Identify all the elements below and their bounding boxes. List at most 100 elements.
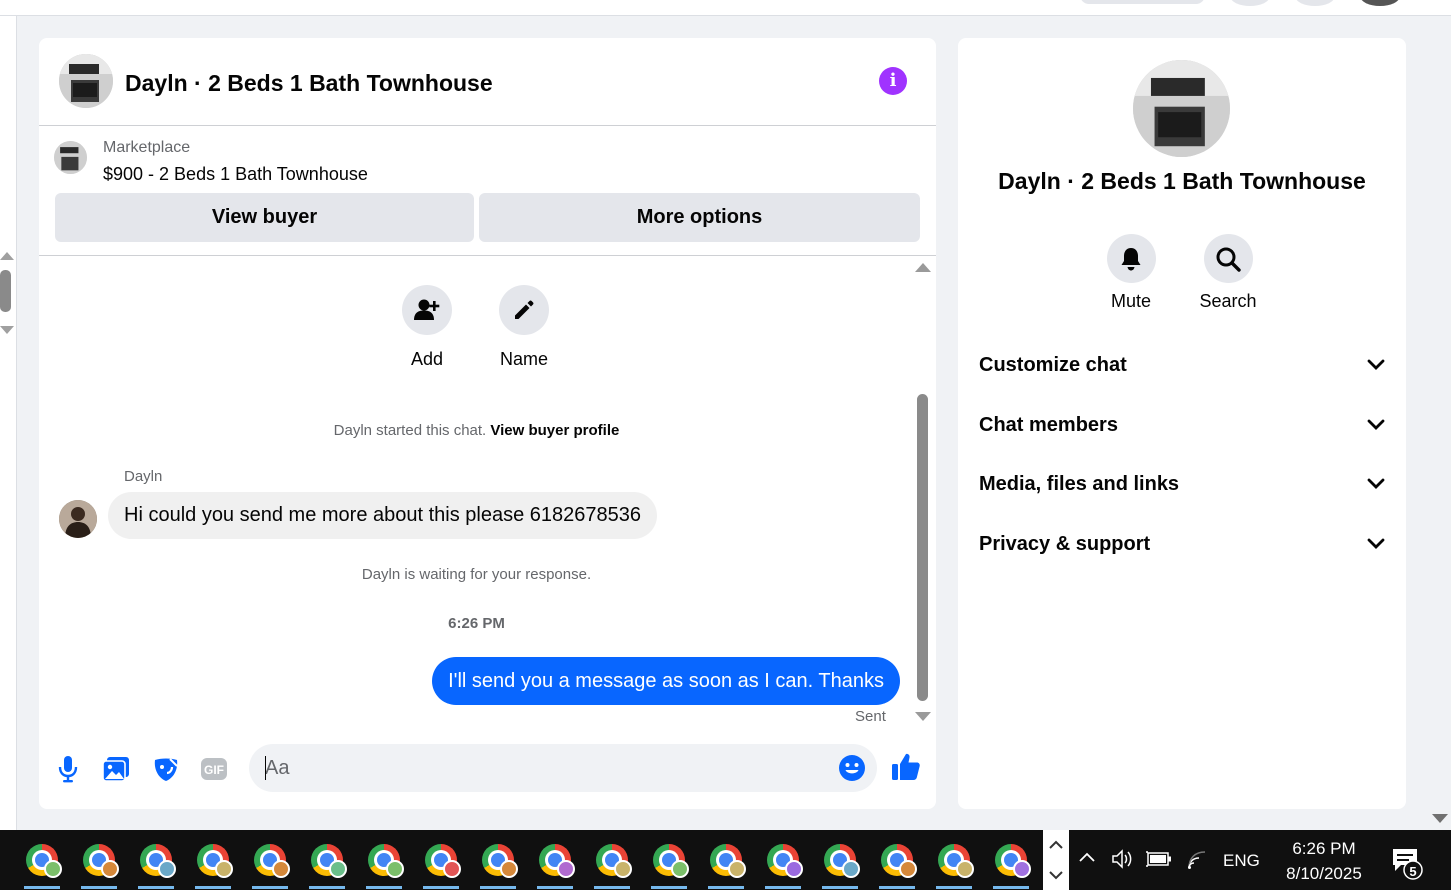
chevron-down-icon[interactable] — [1367, 473, 1385, 496]
details-title: Dayln · 2 Beds 1 Bath Townhouse — [998, 168, 1366, 194]
taskbar-chrome-app-icon[interactable] — [877, 840, 917, 889]
microphone-icon[interactable] — [53, 754, 83, 784]
view-buyer-profile-link[interactable]: View buyer profile — [490, 422, 619, 439]
section-media-files-links[interactable]: Media, files and links — [979, 466, 1385, 502]
listing-title[interactable]: $900 - 2 Beds 1 Bath Townhouse — [103, 164, 368, 185]
listing-thumbnail[interactable] — [54, 141, 87, 174]
running-indicator — [252, 886, 288, 889]
chat-title[interactable]: Dayln · 2 Beds 1 Bath Townhouse — [125, 70, 493, 97]
running-indicator — [366, 886, 402, 889]
taskbar-chrome-app-icon[interactable] — [22, 840, 62, 889]
more-options-button[interactable]: More options — [479, 193, 920, 242]
chevron-down-icon[interactable] — [1367, 533, 1385, 556]
profile-badge-icon — [44, 860, 62, 878]
taskbar-chrome-app-icon[interactable] — [763, 840, 803, 889]
taskbar-chrome-app-icon[interactable] — [991, 840, 1031, 889]
bell-icon[interactable] — [1106, 234, 1156, 283]
details-avatar[interactable] — [1133, 60, 1230, 157]
chat-scroll-up-icon[interactable] — [915, 263, 931, 272]
name-label: Name — [499, 349, 548, 369]
name-action[interactable]: Name — [494, 285, 554, 370]
section-label: Media, files and links — [979, 472, 1180, 495]
search-icon[interactable] — [1203, 234, 1253, 283]
taskbar-scroll[interactable] — [1043, 830, 1069, 890]
like-icon[interactable] — [891, 752, 921, 782]
notification-center-icon[interactable]: 5 — [1391, 846, 1423, 880]
battery-icon[interactable] — [1145, 850, 1173, 873]
section-chat-members[interactable]: Chat members — [979, 407, 1385, 443]
page-scroll-down-icon[interactable] — [0, 326, 14, 334]
browser-top-bar — [0, 0, 1451, 16]
profile-badge-icon — [329, 860, 347, 878]
taskbar-chrome-app-icon[interactable] — [706, 840, 746, 889]
language-indicator[interactable]: ENG — [1223, 851, 1260, 871]
chat-scroll-down-icon[interactable] — [915, 712, 931, 721]
running-indicator — [594, 886, 630, 889]
photo-icon[interactable] — [101, 754, 131, 784]
taskbar-chrome-app-icon[interactable] — [250, 840, 290, 889]
top-icon-button[interactable] — [1295, 0, 1335, 6]
mute-action[interactable]: Mute — [1096, 234, 1166, 312]
info-icon[interactable]: i — [879, 67, 907, 95]
top-search-pill[interactable] — [1080, 0, 1205, 4]
add-person-icon[interactable] — [402, 285, 452, 335]
taskbar-chrome-app-icon[interactable] — [592, 840, 632, 889]
search-action[interactable]: Search — [1193, 234, 1263, 312]
chevron-down-icon[interactable] — [1367, 414, 1385, 437]
search-label: Search — [1199, 291, 1257, 311]
taskbar-chrome-app-icon[interactable] — [136, 840, 176, 889]
taskbar-chrome-app-icon[interactable] — [421, 840, 461, 889]
clock[interactable]: 6:26 PM 8/10/2025 — [1274, 836, 1374, 886]
add-action[interactable]: Add — [397, 285, 457, 370]
wifi-icon[interactable] — [1185, 848, 1209, 877]
section-customize-chat[interactable]: Customize chat — [979, 347, 1385, 383]
sticker-icon[interactable] — [151, 754, 181, 784]
running-indicator — [480, 886, 516, 889]
profile-badge-icon — [785, 860, 803, 878]
chat-scrollbar-thumb[interactable] — [917, 394, 928, 701]
taskbar-chrome-app-icon[interactable] — [307, 840, 347, 889]
window-scroll-down-icon[interactable] — [1432, 814, 1448, 823]
top-icon-button[interactable] — [1230, 0, 1270, 6]
profile-badge-icon — [443, 860, 461, 878]
view-buyer-button[interactable]: View buyer — [55, 193, 474, 242]
clock-date: 8/10/2025 — [1286, 864, 1362, 883]
pencil-icon[interactable] — [499, 285, 549, 335]
show-hidden-icons-icon[interactable] — [1077, 850, 1097, 869]
taskbar-chrome-app-icon[interactable] — [820, 840, 860, 889]
volume-icon[interactable] — [1111, 848, 1135, 875]
running-indicator — [993, 886, 1029, 889]
chat-panel: Dayln · 2 Beds 1 Bath Townhouse i Market… — [39, 38, 936, 809]
profile-badge-icon — [728, 860, 746, 878]
marketplace-bar: Marketplace $900 - 2 Beds 1 Bath Townhou… — [39, 126, 936, 256]
taskbar-chrome-app-icon[interactable] — [79, 840, 119, 889]
running-indicator — [936, 886, 972, 889]
running-indicator — [81, 886, 117, 889]
taskbar-chrome-app-icon[interactable] — [649, 840, 689, 889]
incoming-message[interactable]: Hi could you send me more about this ple… — [108, 492, 658, 539]
buyer-avatar[interactable] — [59, 500, 97, 538]
taskbar-chrome-app-icon[interactable] — [193, 840, 233, 889]
listing-avatar[interactable] — [59, 54, 113, 108]
chevron-down-icon[interactable] — [1367, 354, 1385, 377]
section-privacy-support[interactable]: Privacy & support — [979, 526, 1385, 562]
top-profile-avatar[interactable] — [1360, 0, 1400, 6]
running-indicator — [765, 886, 801, 889]
running-indicator — [24, 886, 60, 889]
taskbar-chrome-app-icon[interactable] — [535, 840, 575, 889]
running-indicator — [423, 886, 459, 889]
emoji-icon[interactable] — [837, 753, 867, 783]
taskbar-chrome-app-icon[interactable] — [478, 840, 518, 889]
chat-header: Dayln · 2 Beds 1 Bath Townhouse i — [39, 38, 936, 126]
text-caret — [265, 756, 266, 780]
left-sidebar-edge — [0, 16, 17, 830]
notification-count: 5 — [1409, 864, 1417, 879]
outgoing-message[interactable]: I'll send you a message as soon as I can… — [432, 657, 900, 705]
profile-badge-icon — [215, 860, 233, 878]
taskbar-chrome-app-icon[interactable] — [934, 840, 974, 889]
page-scroll-up-icon[interactable] — [0, 252, 14, 260]
gif-icon[interactable]: GIF — [199, 754, 229, 784]
message-input[interactable] — [249, 744, 877, 792]
page-scrollbar-thumb[interactable] — [0, 270, 11, 312]
taskbar-chrome-app-icon[interactable] — [364, 840, 404, 889]
